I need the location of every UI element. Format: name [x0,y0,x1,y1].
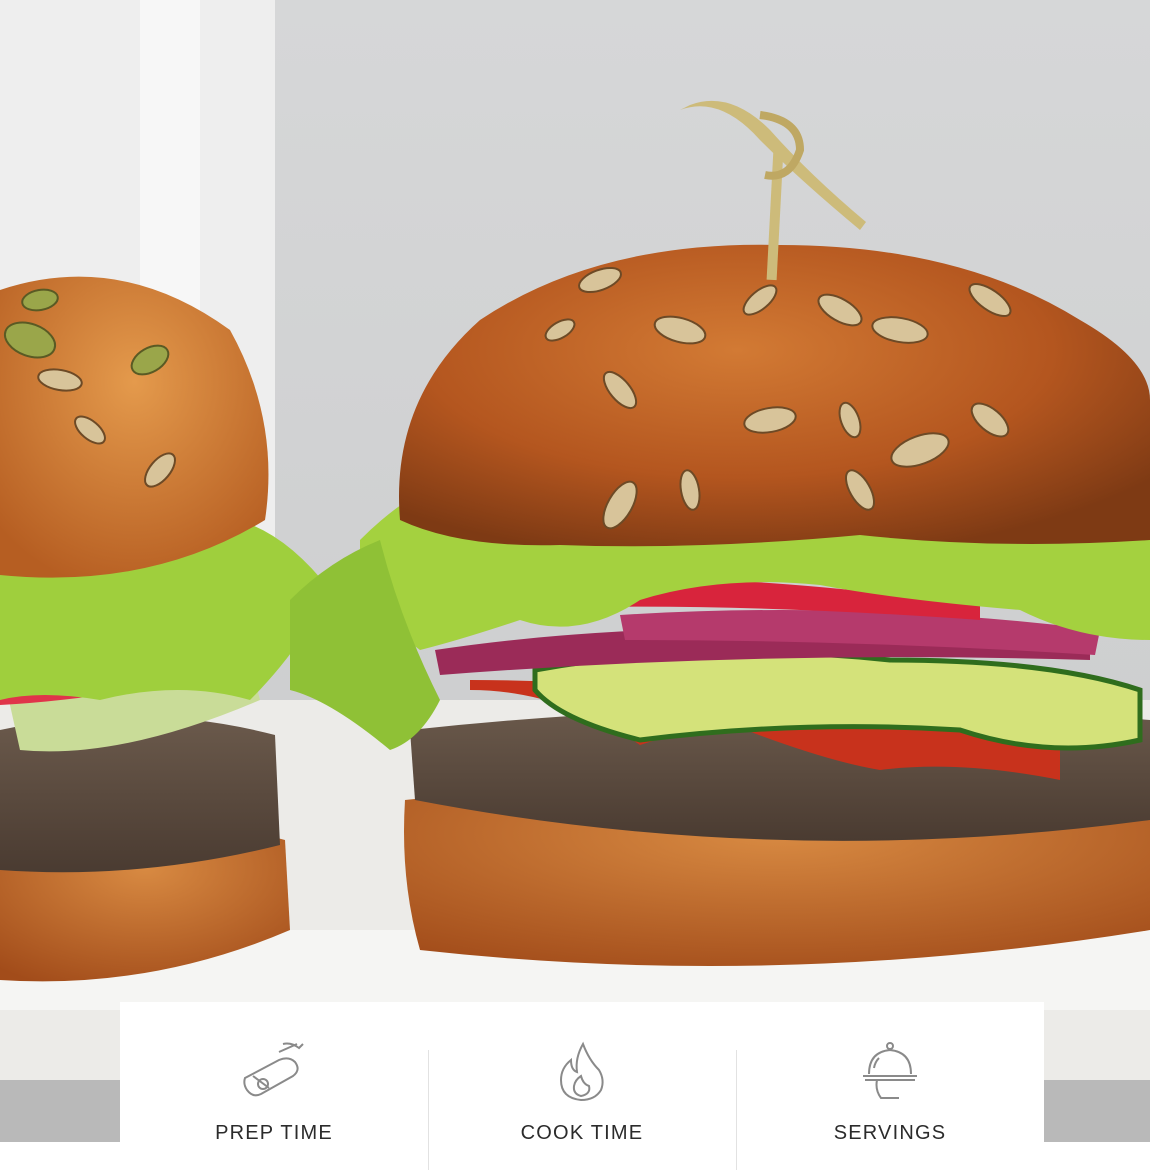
flame-icon [547,1038,617,1104]
serving-cloche-icon [855,1038,925,1104]
cutting-board-knife-icon [239,1038,309,1104]
servings-item: SERVINGS [736,1002,1044,1170]
burger-photo [0,0,1150,1142]
recipe-meta-card: PREP TIME COOK TIME SERVINGS [120,1002,1044,1170]
cook-time-item: COOK TIME [428,1002,736,1170]
prep-time-item: PREP TIME [120,1002,428,1145]
hero-image [0,0,1150,1142]
